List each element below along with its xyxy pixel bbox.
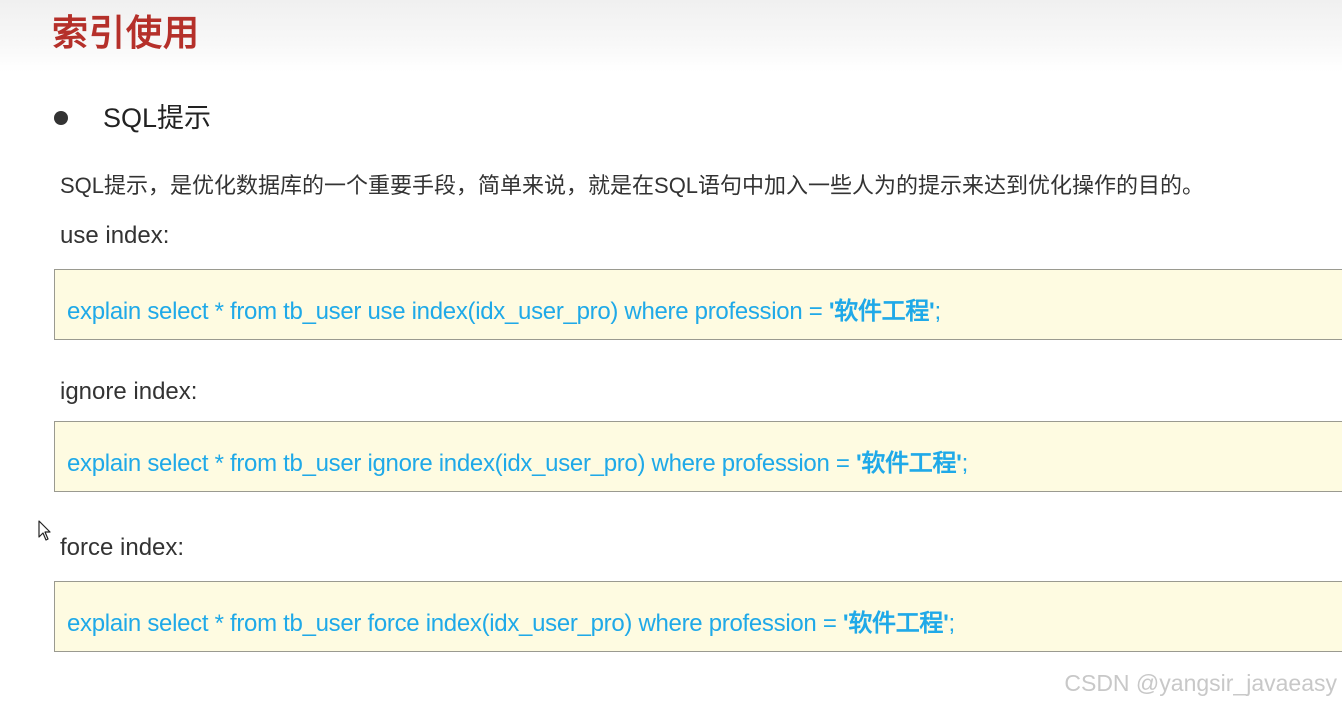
code-string-literal: '软件工程' xyxy=(828,298,935,325)
force-index-code-block: explain select * from tb_user force inde… xyxy=(54,581,1342,652)
code-terminator: ; xyxy=(934,298,941,325)
code-string-literal: '软件工程' xyxy=(855,450,962,477)
code-terminator: ; xyxy=(948,610,956,637)
use-index-label: use index: xyxy=(60,222,170,249)
ignore-index-label: ignore index: xyxy=(60,378,198,405)
bullet-dot-icon xyxy=(54,111,68,125)
force-index-code-line: explain select * from tb_user force inde… xyxy=(67,607,955,641)
code-text: explain select * from tb_user ignore ind… xyxy=(67,450,856,477)
use-index-code-line: explain select * from tb_user use index(… xyxy=(67,295,941,329)
ignore-index-code-block: explain select * from tb_user ignore ind… xyxy=(54,421,1342,492)
mouse-pointer-icon xyxy=(38,520,51,541)
force-index-label: force index: xyxy=(60,534,185,561)
code-text: explain select * from tb_user force inde… xyxy=(67,610,843,637)
title-band xyxy=(0,0,1342,72)
code-text: explain select * from tb_user use index(… xyxy=(67,298,829,325)
description-text: SQL提示，是优化数据库的一个重要手段，简单来说，就是在SQL语句中加入一些人为… xyxy=(60,173,1205,198)
code-string-literal: '软件工程' xyxy=(842,610,949,637)
page-title: 索引使用 xyxy=(52,12,201,53)
use-index-code-block: explain select * from tb_user use index(… xyxy=(54,269,1342,340)
slide-page: 索引使用 SQL提示 SQL提示，是优化数据库的一个重要手段，简单来说，就是在S… xyxy=(0,0,1342,705)
bullet-heading: SQL提示 xyxy=(103,103,212,133)
code-terminator: ; xyxy=(961,450,969,477)
ignore-index-code-line: explain select * from tb_user ignore ind… xyxy=(67,447,968,481)
watermark-text: CSDN @yangsir_javaeasy xyxy=(1064,670,1337,696)
